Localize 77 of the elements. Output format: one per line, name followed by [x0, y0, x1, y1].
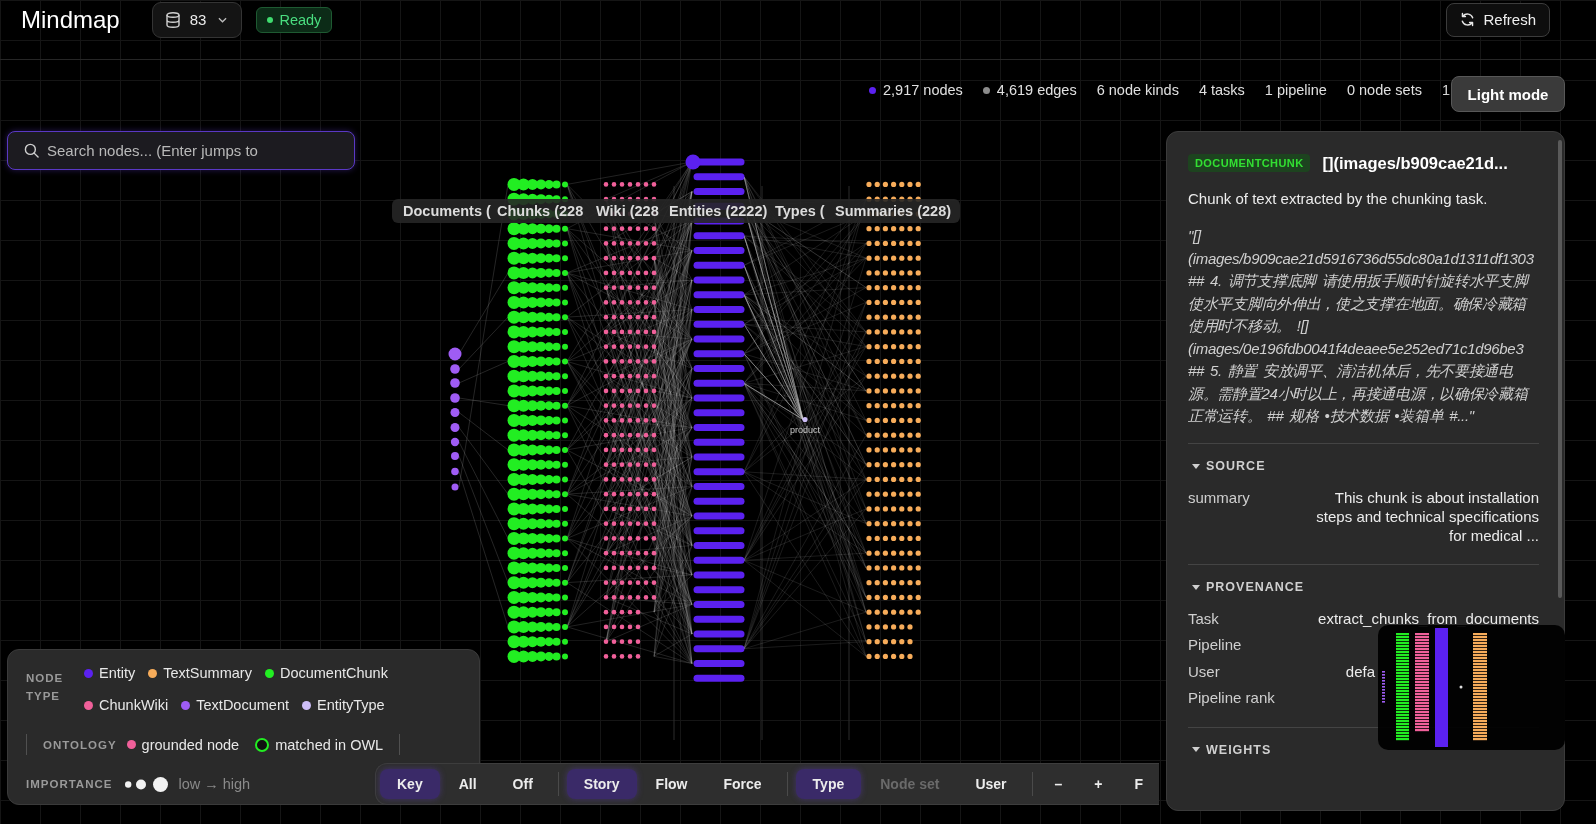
field-value: This chunk is about installation steps and technical specifications for medical ...: [1315, 487, 1539, 545]
stat-text: 1: [1441, 81, 1450, 99]
legend-item: DocumentChunk: [279, 664, 388, 683]
legend-heading: IMPORTANCE: [26, 777, 113, 792]
field-label: User: [1188, 661, 1220, 681]
field-label: Pipeline: [1188, 635, 1242, 655]
section-toggle[interactable]: PROVENANCE: [1188, 577, 1305, 597]
zoom-button[interactable]: +: [1080, 769, 1117, 799]
legend-item: EntityType: [317, 696, 385, 715]
field-label: Pipeline rank: [1188, 688, 1275, 708]
document-node: [450, 408, 460, 417]
legend-item: Entity: [99, 664, 136, 683]
view-toggle-button[interactable]: User: [958, 769, 1024, 799]
column-label: Wiki (228: [596, 203, 660, 219]
legend-caption: low → high: [178, 775, 251, 794]
legend-item: ChunkWiki: [99, 696, 169, 715]
column-label: Documents (: [403, 203, 492, 219]
node-label: product: [790, 425, 820, 435]
document-node: [451, 452, 459, 460]
stat-text: 0 node sets: [1346, 81, 1422, 99]
dataset-dropdown[interactable]: 83: [151, 1, 243, 38]
document-node: [450, 437, 460, 447]
status-label: Ready: [279, 11, 322, 28]
document-node: [451, 467, 459, 476]
document-node: [448, 347, 462, 361]
refresh-button[interactable]: Refresh: [1446, 2, 1550, 37]
view-toggle-button[interactable]: Force: [706, 769, 779, 799]
legend-heading: NODE TYPE: [26, 671, 65, 704]
node-description: Chunk of text extracted by the chunking task.: [1188, 189, 1489, 209]
node-type-badge: DOCUMENTCHUNK: [1188, 154, 1311, 172]
column-label: Summaries (228): [835, 203, 953, 219]
field-value: defa: [1345, 661, 1375, 681]
section-toggle[interactable]: SOURCE: [1188, 456, 1266, 476]
light-mode-button[interactable]: Light mode: [1451, 76, 1565, 112]
view-toggle-button[interactable]: Type: [795, 769, 862, 799]
column-label: Chunks (228: [497, 203, 585, 219]
view-toggle-button[interactable]: Off: [495, 769, 550, 799]
field-label: Task: [1188, 608, 1219, 628]
stat-text: 6 node kinds: [1096, 81, 1179, 99]
node-title: [](images/b909cae21d...: [1322, 153, 1508, 173]
view-toggle-button[interactable]: Story: [566, 769, 637, 799]
legend-item: matched in OWL: [275, 735, 384, 755]
minimap-document-strip: [1382, 671, 1385, 703]
view-toggle-button[interactable]: Flow: [638, 769, 705, 799]
column-label: Types (: [775, 203, 826, 219]
stat-text: 1 pipeline: [1264, 81, 1327, 99]
stat-text: 4,619 edges: [996, 81, 1077, 99]
zoom-button[interactable]: F: [1120, 769, 1158, 799]
stat-text: 4 tasks: [1198, 81, 1245, 99]
search-field[interactable]: Search nodes... (Enter jumps to: [7, 131, 355, 170]
document-node: [450, 423, 460, 432]
chevron-down-icon: [218, 16, 228, 23]
legend-item: grounded node: [141, 735, 240, 755]
field-label: summary: [1188, 487, 1250, 507]
search-icon: [24, 143, 39, 158]
legend-heading: ONTOLOGY: [43, 737, 117, 753]
zoom-button[interactable]: –: [1040, 769, 1077, 799]
view-toggle-button[interactable]: Key: [380, 769, 440, 799]
document-node: [450, 393, 460, 403]
minimap-node-icon: [1459, 685, 1463, 689]
section-toggle[interactable]: WEIGHTS: [1188, 739, 1272, 760]
column-label: Entities (2222): [669, 203, 769, 219]
type-node: [802, 416, 808, 423]
status-dot-icon: [267, 16, 274, 23]
view-toggle-button[interactable]: All: [441, 769, 494, 799]
size-scale-icon: [125, 776, 169, 792]
app-title: Mindmap: [21, 5, 120, 34]
legend-item: TextSummary: [163, 664, 252, 683]
field-value: extract_chunks_from_documents: [1318, 608, 1539, 628]
document-node: [450, 364, 460, 374]
document-node: [450, 378, 460, 388]
node-content: "[] (images/b909cae21d5916736d55dc80a1d1311df1303 ## 4. 调节支撑底脚 请使用扳手顺时针旋转水平支脚使水平支脚向外伸出，使之支撑在地面。确保冷藏箱使用时不移动。 ![] (images/0e196fdb0041f4deaee5e252ed71c1d96be3 ## 5. 静置 安放调平、清洁机体后，先不要接通电源。需静置24小时以上，再接通电源，以确保冷藏箱正常运转。 ## 规格 •技术数据 •装箱单 #...": [1188, 226, 1535, 426]
stat-text: 2,917 nodes: [883, 81, 963, 99]
legend-item: TextDocument: [196, 696, 289, 715]
document-node: [451, 483, 459, 491]
database-icon: [165, 11, 180, 28]
refresh-icon: [1460, 12, 1476, 27]
